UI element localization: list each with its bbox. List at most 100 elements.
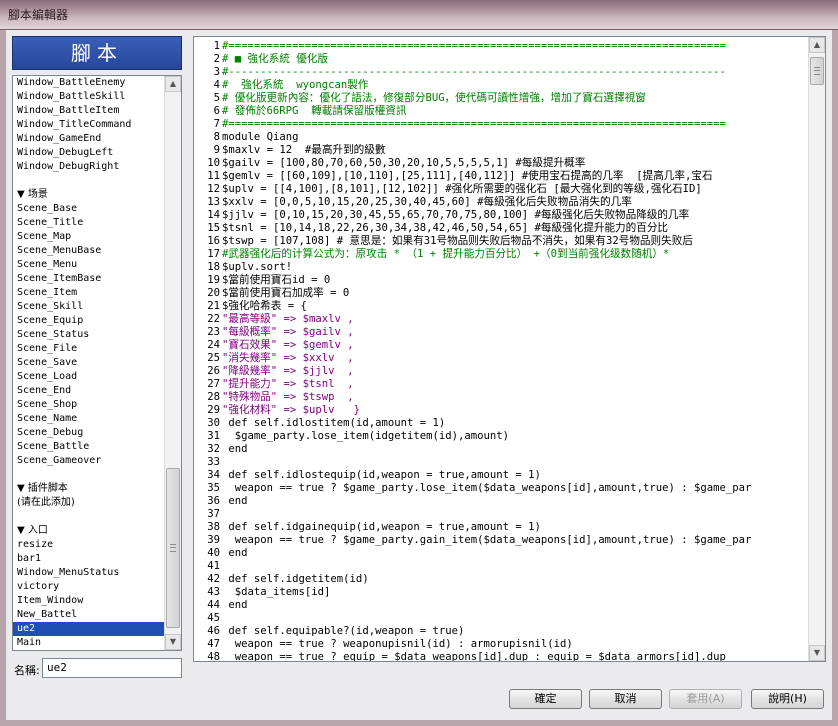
code-line[interactable]: 28 "特殊物品" => $tswp ,: [194, 391, 808, 404]
editor-scroll-thumb[interactable]: [810, 57, 824, 85]
list-section-header[interactable]: ▼ 入口: [13, 524, 165, 538]
list-item[interactable]: ue2: [13, 622, 165, 636]
scroll-up-arrow-icon[interactable]: ▲: [165, 76, 181, 92]
code-line[interactable]: 19 $當前使用寶石id = 0: [194, 274, 808, 287]
list-item[interactable]: resize: [13, 538, 165, 552]
editor-scroll-up-arrow-icon[interactable]: ▲: [809, 37, 825, 53]
code-line[interactable]: 41: [194, 560, 808, 573]
list-section-header[interactable]: (请在此添加): [13, 496, 165, 510]
code-line[interactable]: 29 "強化材料" => $uplv }: [194, 404, 808, 417]
code-line[interactable]: 15 $tsnl = [10,14,18,22,26,30,34,38,42,46…: [194, 222, 808, 235]
list-item[interactable]: Scene_Base: [13, 202, 165, 216]
code-line[interactable]: 32 end: [194, 443, 808, 456]
code-line[interactable]: 24 "寶石效果" => $gemlv ,: [194, 339, 808, 352]
list-item[interactable]: Window_BattleItem: [13, 104, 165, 118]
code-line[interactable]: 4 # 強化系統 wyongcan製作: [194, 79, 808, 92]
code-line[interactable]: 8 module Qiang: [194, 131, 808, 144]
list-item[interactable]: Window_TitleCommand: [13, 118, 165, 132]
script-list-scrollbar[interactable]: ▲ ▼: [164, 76, 181, 650]
code-line[interactable]: 11 $gemlv = [[60,109],[10,110],[25,111],[…: [194, 170, 808, 183]
code-line[interactable]: 46 def self.equipable?(id,weapon = true): [194, 625, 808, 638]
code-line[interactable]: 35 weapon == true ? $game_party.lose_ite…: [194, 482, 808, 495]
list-item[interactable]: Scene_Item: [13, 286, 165, 300]
code-line[interactable]: 33: [194, 456, 808, 469]
list-section-header[interactable]: ▼ 插件脚本: [13, 482, 165, 496]
code-line[interactable]: 40 end: [194, 547, 808, 560]
code-line[interactable]: 20 $當前使用寶石加成率 = 0: [194, 287, 808, 300]
code-line[interactable]: 17 #武器强化后的计算公式为：原攻击 * （1 + 提升能力百分比） +（0到当…: [194, 248, 808, 261]
list-item[interactable]: Window_DebugLeft: [13, 146, 165, 160]
code-line[interactable]: 18 $uplv.sort!: [194, 261, 808, 274]
list-item[interactable]: Window_MenuStatus: [13, 566, 165, 580]
code-line[interactable]: 47 weapon == true ? weaponupisnil(id) : …: [194, 638, 808, 651]
list-item[interactable]: Scene_Name: [13, 412, 165, 426]
list-item[interactable]: New_Battel: [13, 608, 165, 622]
list-item[interactable]: Scene_Title: [13, 216, 165, 230]
cancel-button[interactable]: 取消: [589, 689, 662, 709]
code-line[interactable]: 16 $tswp = [107,108] # 意思是：如果有31号物品则失败后物品…: [194, 235, 808, 248]
code-line[interactable]: 44 end: [194, 599, 808, 612]
code-line[interactable]: 30 def self.idlostitem(id,amount = 1): [194, 417, 808, 430]
list-item[interactable]: Scene_Menu: [13, 258, 165, 272]
list-section-header[interactable]: ▼ 场景: [13, 188, 165, 202]
list-item[interactable]: Scene_ItemBase: [13, 272, 165, 286]
list-item[interactable]: Scene_Gameover: [13, 454, 165, 468]
list-item[interactable]: Main: [13, 636, 165, 650]
list-item[interactable]: victory: [13, 580, 165, 594]
list-item[interactable]: Scene_Shop: [13, 398, 165, 412]
list-item[interactable]: Item_Window: [13, 594, 165, 608]
list-item[interactable]: Scene_Skill: [13, 300, 165, 314]
scroll-down-arrow-icon[interactable]: ▼: [165, 634, 181, 650]
list-item[interactable]: Window_BattleSkill: [13, 90, 165, 104]
code-line[interactable]: 26 "降級幾率" => $jjlv ,: [194, 365, 808, 378]
script-list[interactable]: Window_BattleEnemy Window_BattleSkill Wind…: [12, 75, 182, 651]
list-item[interactable]: Scene_Battle: [13, 440, 165, 454]
editor-scrollbar[interactable]: ▲ ▼: [808, 37, 825, 661]
list-item[interactable]: Scene_Status: [13, 328, 165, 342]
code-line[interactable]: 45: [194, 612, 808, 625]
list-item[interactable]: Scene_Map: [13, 230, 165, 244]
list-item[interactable]: Scene_MenuBase: [13, 244, 165, 258]
code-line[interactable]: 12 $uplv = [[4,100],[8,101],[12,102]] #强化…: [194, 183, 808, 196]
code-line[interactable]: 31 $game_party.lose_item(idgetitem(id),a…: [194, 430, 808, 443]
apply-button[interactable]: 套用(A): [669, 689, 742, 709]
code-line[interactable]: 48 weapon == true ? equip = $data_weapon…: [194, 651, 808, 661]
code-line[interactable]: 42 def self.idgetitem(id): [194, 573, 808, 586]
scroll-thumb[interactable]: [166, 468, 180, 628]
code-line[interactable]: 37: [194, 508, 808, 521]
list-item[interactable]: bar1: [13, 552, 165, 566]
code-line[interactable]: 2 # ■ 強化系統 優化版: [194, 53, 808, 66]
list-item[interactable]: Window_BattleEnemy: [13, 76, 165, 90]
list-item[interactable]: Scene_Save: [13, 356, 165, 370]
help-button[interactable]: 說明(H): [751, 689, 824, 709]
name-input[interactable]: ue2: [42, 658, 182, 678]
code-line[interactable]: 39 weapon == true ? $game_party.gain_ite…: [194, 534, 808, 547]
code-line[interactable]: 43 $data_items[id]: [194, 586, 808, 599]
list-item[interactable]: Scene_Equip: [13, 314, 165, 328]
code-line[interactable]: 21 $強化哈希表 = {: [194, 300, 808, 313]
code-line[interactable]: 6 # 發佈於66RPG 轉載請保留版權資訊: [194, 105, 808, 118]
list-item[interactable]: Window_DebugRight: [13, 160, 165, 174]
code-line[interactable]: 3 #--------------------------------------…: [194, 66, 808, 79]
code-line[interactable]: 9 $maxlv = 12 #最高升到的級數: [194, 144, 808, 157]
list-item[interactable]: Window_GameEnd: [13, 132, 165, 146]
code-line[interactable]: 10 $gailv = [100,80,70,60,50,30,20,10,5,5…: [194, 157, 808, 170]
list-item[interactable]: Scene_End: [13, 384, 165, 398]
code-line[interactable]: 38 def self.idgainequip(id,weapon = true…: [194, 521, 808, 534]
code-line[interactable]: 34 def self.idlostequip(id,weapon = true…: [194, 469, 808, 482]
ok-button[interactable]: 確定: [509, 689, 582, 709]
code-area[interactable]: 1 #======================================…: [194, 40, 808, 661]
editor-scroll-down-arrow-icon[interactable]: ▼: [809, 645, 825, 661]
list-item[interactable]: Scene_Debug: [13, 426, 165, 440]
code-line[interactable]: 7 #======================================…: [194, 118, 808, 131]
code-line[interactable]: 27 "提升能力" => $tsnl ,: [194, 378, 808, 391]
code-line[interactable]: 1 #======================================…: [194, 40, 808, 53]
code-line[interactable]: 36 end: [194, 495, 808, 508]
list-item[interactable]: Scene_File: [13, 342, 165, 356]
list-item[interactable]: Scene_Load: [13, 370, 165, 384]
code-editor[interactable]: 1 #======================================…: [193, 36, 826, 662]
code-line[interactable]: 14 $jjlv = [0,10,15,20,30,45,55,65,70,70,…: [194, 209, 808, 222]
code-line[interactable]: 22 "最高等級" => $maxlv ,: [194, 313, 808, 326]
code-line[interactable]: 13 $xxlv = [0,0,5,10,15,20,25,30,40,45,60…: [194, 196, 808, 209]
code-line[interactable]: 5 # 優化版更新內容：優化了語法，修復部分BUG，使代碼可讀性增強，增加了寶石選…: [194, 92, 808, 105]
